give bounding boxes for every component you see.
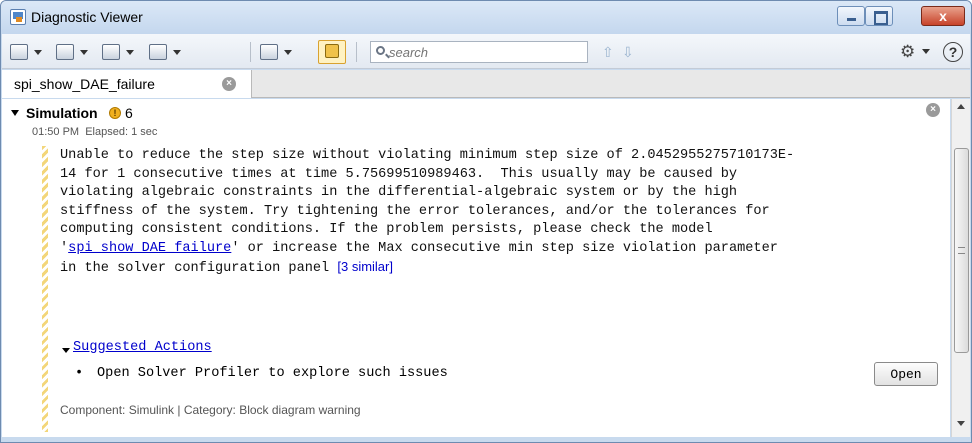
chevron-down-icon (80, 49, 88, 55)
clear-menu-button[interactable] (149, 42, 181, 62)
message-line: Unable to reduce the step size without v… (60, 148, 795, 163)
vertical-scrollbar[interactable] (951, 99, 970, 437)
highlight-icon (325, 44, 339, 58)
elapsed-label: Elapsed: 1 sec (85, 126, 158, 138)
help-icon[interactable]: ? (943, 42, 963, 62)
message-text: ' (60, 240, 69, 256)
list-view-icon (10, 44, 28, 60)
search-input[interactable] (389, 43, 584, 61)
section-timestamp: 01:50 PM Elapsed: 1 sec (32, 126, 157, 138)
chevron-down-icon[interactable] (922, 49, 930, 54)
minimize-button[interactable] (837, 6, 865, 26)
title-bar: Diagnostic Viewer x (1, 1, 971, 34)
similar-link[interactable]: [3 similar] (337, 259, 393, 274)
warning-stripe (42, 146, 48, 432)
toolbar: ⇧ ⇩ ⚙ ? (2, 34, 970, 69)
section-title[interactable]: Simulation (26, 105, 98, 121)
message-line: 14 for 1 consecutive times at time 5.756… (60, 166, 738, 182)
diagnostic-message: Unable to reduce the step size without v… (60, 147, 950, 279)
grip-icon (958, 247, 965, 254)
warning-icon: ! (109, 107, 121, 119)
close-icon[interactable]: × (926, 103, 940, 117)
chevron-down-icon (173, 49, 181, 55)
tab-spi-show-dae-failure[interactable]: spi_show_DAE_failure × (2, 70, 252, 98)
close-button[interactable]: x (921, 6, 965, 26)
message-text: ' or increase the Max consecutive min st… (231, 240, 778, 256)
filter-menu-button[interactable] (260, 42, 292, 62)
highlight-toggle-button[interactable] (318, 40, 346, 64)
filter-icon (260, 44, 278, 60)
copy-icon (102, 44, 120, 60)
time-label: 01:50 PM (32, 126, 80, 138)
scroll-up-icon[interactable] (957, 104, 965, 109)
maximize-button[interactable] (865, 6, 893, 26)
suggested-actions-link[interactable]: Suggested Actions (73, 340, 212, 355)
message-line: stiffness of the system. Try tightening … (60, 203, 770, 219)
next-match-icon[interactable]: ⇩ (622, 44, 634, 61)
copy-menu-button[interactable] (102, 42, 134, 62)
model-link[interactable]: spi_show_DAE_failure (68, 241, 231, 256)
view-menu-button[interactable] (10, 42, 42, 62)
scrollbar-thumb[interactable] (954, 148, 969, 353)
diagnostic-viewer-window: Diagnostic Viewer x ⇧ ⇩ ⚙ ? (0, 0, 972, 443)
message-line: computing consistent conditions. If the … (60, 222, 713, 237)
open-button[interactable]: Open (874, 362, 938, 386)
toolbar-divider (356, 42, 357, 62)
search-icon (376, 46, 385, 55)
gear-icon[interactable]: ⚙ (900, 42, 915, 62)
search-box[interactable] (370, 41, 588, 63)
chevron-down-icon (126, 49, 134, 55)
save-icon (56, 44, 74, 60)
save-menu-button[interactable] (56, 42, 88, 62)
close-icon: x (939, 8, 947, 24)
chevron-down-icon (284, 49, 292, 55)
scroll-down-icon[interactable] (957, 421, 965, 426)
warning-count: 6 (125, 105, 133, 121)
previous-match-icon[interactable]: ⇧ (602, 44, 614, 61)
collapse-triangle-icon[interactable] (62, 348, 70, 353)
delete-icon (149, 44, 167, 60)
collapse-triangle-icon[interactable] (11, 110, 19, 116)
message-line: violating algebraic constraints in the d… (60, 185, 738, 200)
message-text: in the solver configuration panel (60, 261, 338, 276)
toolbar-divider (250, 42, 251, 62)
tab-bar: spi_show_DAE_failure × (2, 70, 970, 98)
app-icon (10, 9, 26, 25)
tab-label: spi_show_DAE_failure (14, 76, 155, 92)
bullet-icon: • (75, 366, 84, 381)
suggested-action-text: Open Solver Profiler to explore such iss… (97, 366, 448, 381)
chevron-down-icon (34, 49, 42, 55)
window-title: Diagnostic Viewer (31, 9, 143, 25)
component-info: Component: Simulink | Category: Block di… (60, 403, 361, 417)
close-icon[interactable]: × (222, 77, 236, 91)
diagnostic-content: Simulation ! 6 01:50 PM Elapsed: 1 sec ×… (2, 99, 950, 437)
